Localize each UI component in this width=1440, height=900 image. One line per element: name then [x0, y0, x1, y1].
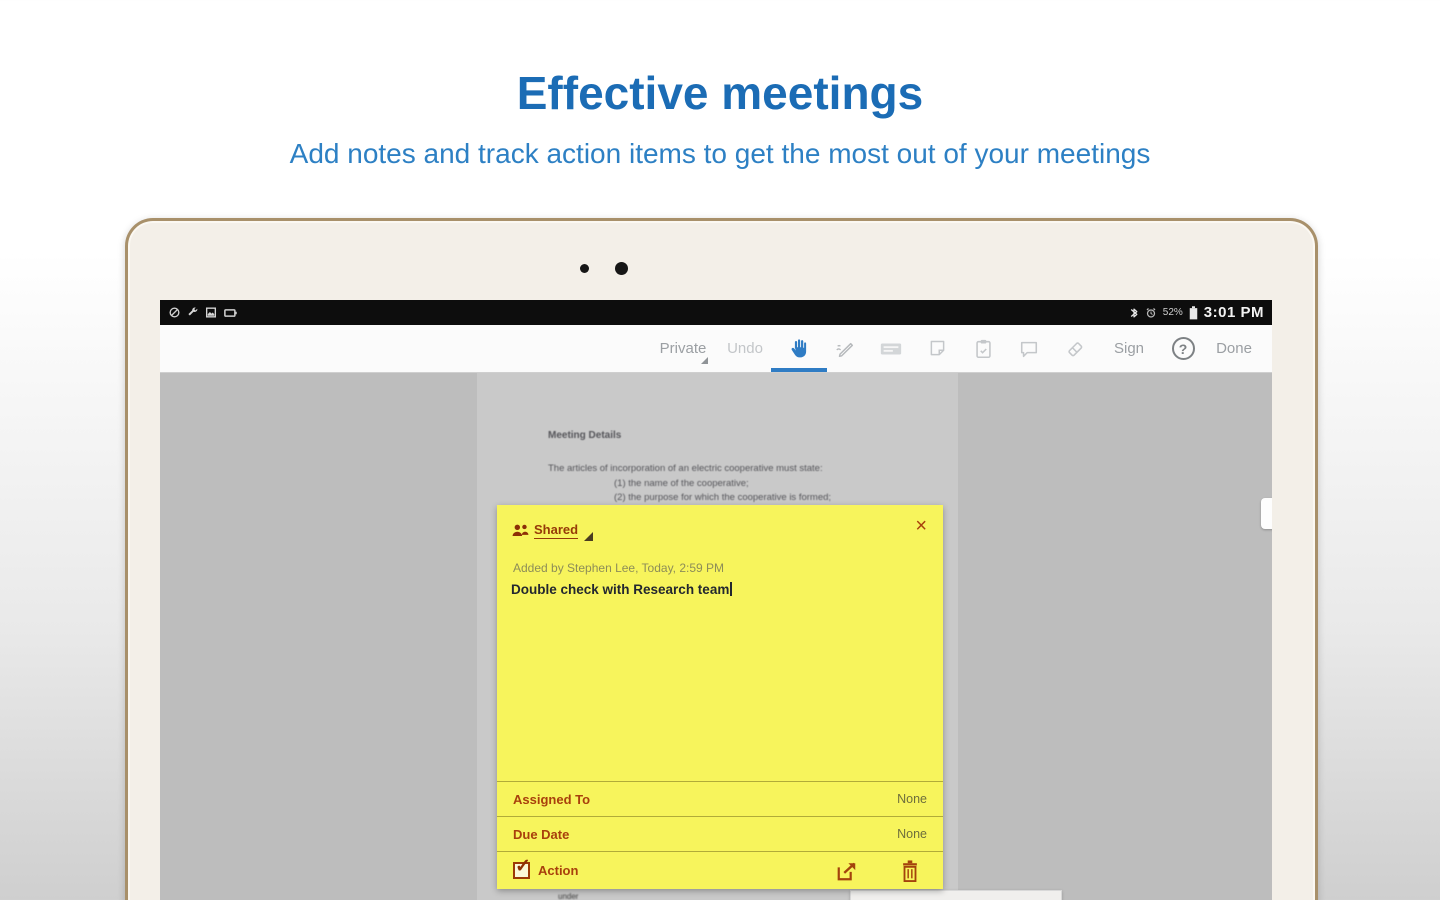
active-tool-underline [771, 368, 827, 372]
comment-tool-button[interactable] [1006, 325, 1052, 372]
stylus-pen-icon [836, 342, 854, 357]
privacy-dropdown-triangle [701, 357, 708, 364]
tablet-mockup: 52% 3:01 PM Private Undo Sign ? Done Mee… [125, 218, 1318, 900]
note-action-icons [835, 859, 927, 882]
battery-icon [1189, 305, 1198, 319]
document-line: (2) the purpose for which the cooperativ… [614, 492, 832, 503]
sticky-note: Shared × Added by Stephen Lee, Today, 2:… [497, 505, 943, 889]
hand-pan-tool-icon [791, 339, 806, 358]
page-title: Effective meetings [516, 67, 924, 119]
wrench-icon [188, 307, 198, 316]
close-icon[interactable]: × [915, 516, 927, 536]
stylus-pen-tool-button[interactable] [822, 325, 868, 372]
comment-bubble-icon [1020, 341, 1038, 357]
pdf-viewer[interactable]: Meeting Details The articles of incorpor… [160, 373, 1272, 900]
eraser-icon [1068, 341, 1083, 356]
scroll-indicator[interactable] [1261, 498, 1272, 529]
note-fields: Assigned To None Due Date None ✓ Action [497, 781, 943, 889]
bluetooth-icon [1130, 308, 1138, 317]
dropdown-corner-triangle [584, 532, 594, 541]
share-export-icon[interactable] [835, 860, 859, 882]
undo-label: Undo [727, 340, 763, 357]
action-row: ✓ Action [497, 851, 943, 889]
done-button[interactable]: Done [1206, 325, 1262, 372]
alarm-icon [1146, 307, 1156, 318]
document-line: under [558, 892, 579, 900]
trash-icon[interactable] [901, 859, 919, 882]
note-body-value: Double check with Research team [511, 582, 730, 597]
typewriter-icon [880, 342, 902, 355]
data-usage-icon [169, 307, 180, 318]
assigned-to-row[interactable]: Assigned To None [497, 781, 943, 816]
note-type-selector[interactable]: Shared [511, 520, 594, 541]
help-icon: ? [1171, 337, 1195, 360]
note-body-text[interactable]: Double check with Research team [511, 582, 943, 781]
text-caret [730, 582, 732, 596]
people-icon [512, 524, 529, 537]
assigned-to-value: None [897, 792, 927, 806]
sign-button[interactable]: Sign [1098, 325, 1160, 372]
action-label: Action [538, 863, 579, 878]
due-date-value: None [897, 827, 927, 841]
camera-dot [615, 262, 628, 275]
screenshot-icon [205, 307, 217, 318]
typewriter-tool-button[interactable] [868, 325, 914, 372]
privacy-mode-button[interactable]: Private [652, 325, 714, 372]
hero-section: Effective meetings Add notes and track a… [0, 0, 1440, 170]
sticky-note-icon [930, 340, 944, 356]
document-heading: Meeting Details [548, 430, 622, 441]
undo-button[interactable]: Undo [714, 325, 776, 372]
sign-label: Sign [1113, 340, 1145, 357]
app-toolbar: Private Undo Sign ? Done [160, 325, 1272, 373]
battery-percent: 52% [1162, 307, 1183, 318]
note-type-label: Shared [534, 522, 579, 539]
document-line: The articles of incorporation of an elec… [548, 463, 823, 474]
assigned-to-label: Assigned To [513, 791, 591, 807]
hand-pan-tool-button[interactable] [771, 325, 827, 372]
checkmark-icon: ✓ [515, 856, 531, 877]
tablet-screen: 52% 3:01 PM Private Undo Sign ? Done Mee… [160, 300, 1272, 900]
popup-sliver [850, 890, 1062, 900]
checklist-tool-button[interactable] [960, 325, 1006, 372]
statusbar-left-icons [168, 306, 238, 319]
clock: 3:01 PM [1203, 304, 1264, 321]
checklist-clipboard-icon [975, 339, 991, 358]
sensor-dot [580, 264, 589, 273]
document-line: (1) the name of the cooperative; [614, 478, 749, 489]
usb-icon [224, 308, 237, 317]
note-author-timestamp: Added by Stephen Lee, Today, 2:59 PM [513, 561, 725, 575]
note-header: Shared × [497, 505, 943, 551]
page-subtitle: Add notes and track action items to get … [289, 138, 1151, 169]
done-label: Done [1216, 340, 1252, 357]
help-button[interactable]: ? [1160, 325, 1206, 372]
privacy-mode-label: Private [659, 340, 707, 357]
statusbar-right-cluster: 52% 3:01 PM [1129, 304, 1264, 321]
eraser-tool-button[interactable] [1052, 325, 1098, 372]
status-bar: 52% 3:01 PM [160, 300, 1272, 325]
sticky-note-tool-button[interactable] [914, 325, 960, 372]
due-date-row[interactable]: Due Date None [497, 816, 943, 851]
action-checkbox[interactable]: ✓ [513, 856, 531, 879]
due-date-label: Due Date [513, 826, 570, 842]
